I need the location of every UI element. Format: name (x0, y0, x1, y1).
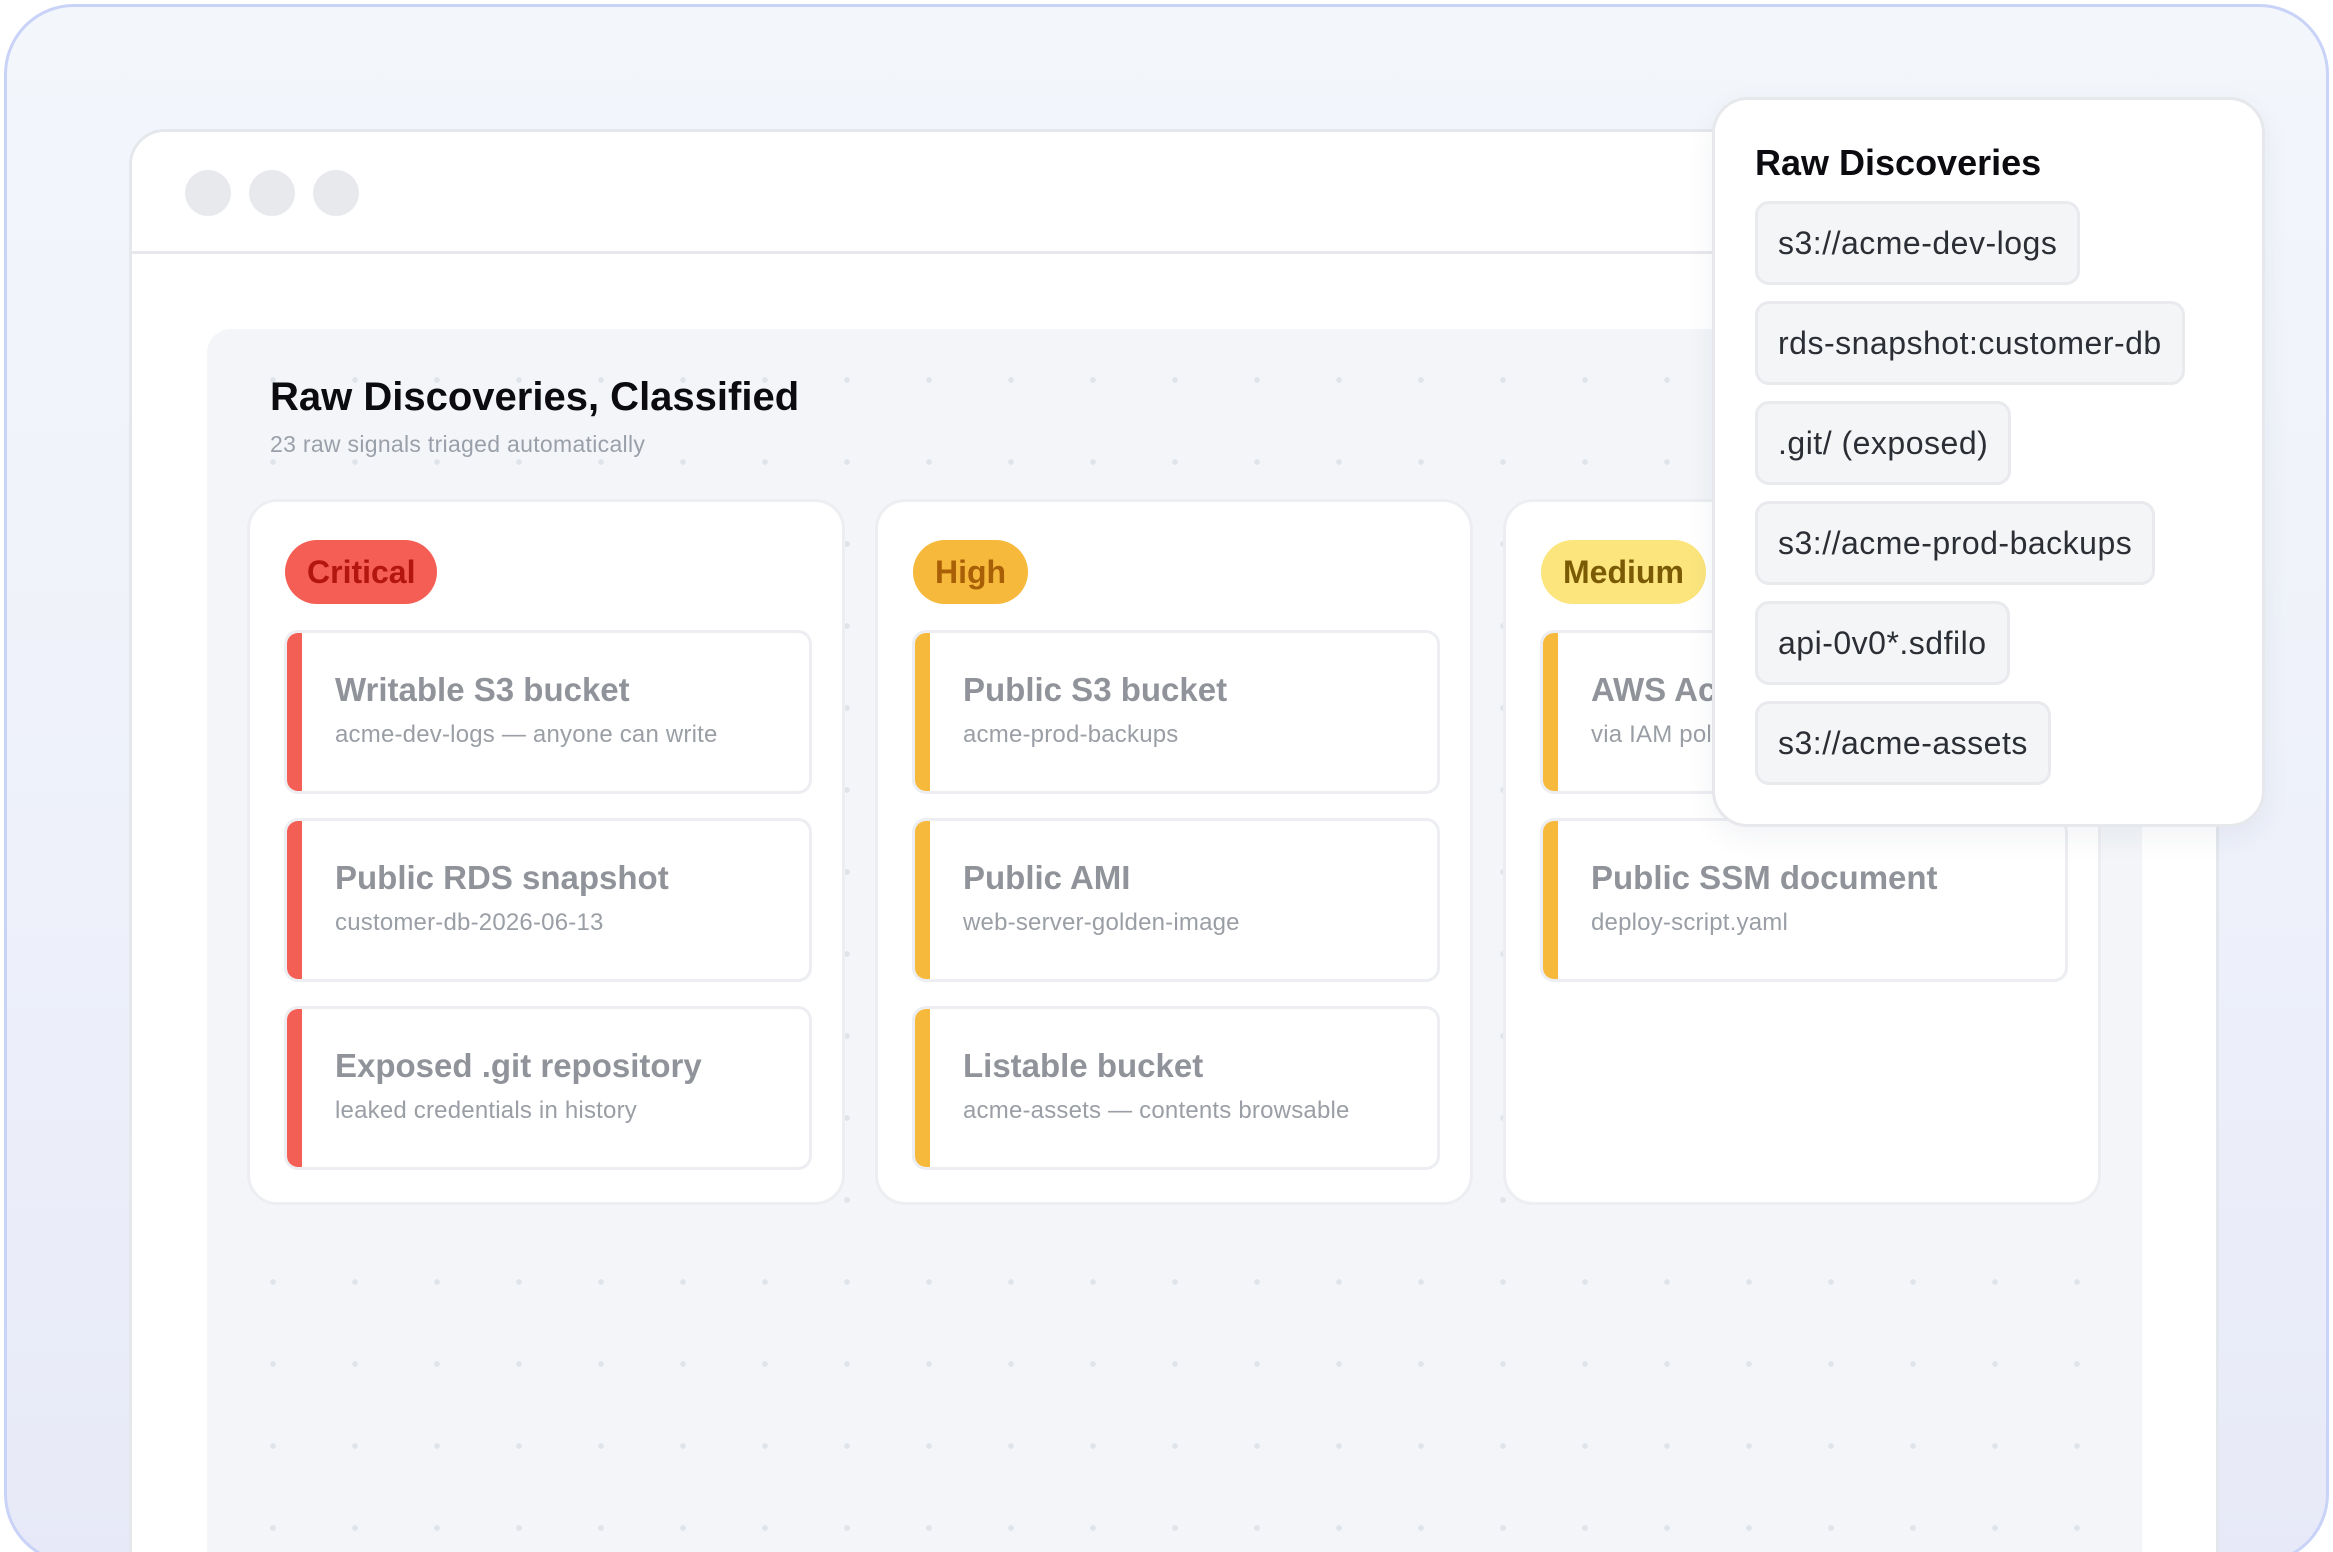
finding-title: Public SSM document (1591, 859, 1938, 896)
finding-title: Public AMI (963, 859, 1131, 896)
finding-title: Public S3 bucket (963, 671, 1228, 708)
severity-bar (915, 821, 930, 979)
raw-discoveries-title: Raw Discoveries (1755, 142, 2042, 183)
column-critical: Critical Writable S3 bucket acme-dev-log… (247, 499, 845, 1205)
discovery-chip[interactable]: s3://acme-prod-backups (1755, 501, 2156, 585)
board-subtitle: 23 raw signals triaged automatically (270, 431, 646, 457)
finding-card[interactable]: Public SSM document deploy-script.yaml (1540, 818, 2068, 982)
board-title: Raw Discoveries, Classified (270, 375, 800, 419)
outer-frame: Raw Discoveries, Classified 23 raw signa… (4, 4, 2329, 1552)
severity-badge-medium: Medium (1541, 540, 1706, 604)
discovery-chip[interactable]: api-0v0*.sdfilo (1755, 601, 2010, 685)
window-maximize-dot[interactable] (313, 170, 359, 216)
finding-card[interactable]: Public S3 bucket acme-prod-backups (912, 630, 1440, 794)
finding-detail: acme-prod-backups (963, 721, 1179, 748)
finding-card[interactable]: Writable S3 bucket acme-dev-logs — anyon… (284, 630, 812, 794)
severity-badge-high: High (913, 540, 1029, 604)
finding-card[interactable]: Listable bucket acme-assets — contents b… (912, 1006, 1440, 1170)
severity-bar (915, 633, 930, 791)
discovery-chip[interactable]: .git/ (exposed) (1755, 401, 2012, 485)
finding-title: Public RDS snapshot (335, 859, 669, 896)
severity-bar (287, 821, 302, 979)
finding-title: Exposed .git repository (335, 1047, 702, 1084)
window-minimize-dot[interactable] (249, 170, 295, 216)
finding-detail: leaked credentials in history (335, 1097, 637, 1124)
discovery-chip[interactable]: rds-snapshot:customer-db (1755, 301, 2185, 385)
finding-card[interactable]: Exposed .git repository leaked credentia… (284, 1006, 812, 1170)
severity-badge-critical: Critical (285, 540, 438, 604)
finding-detail: via IAM pol (1591, 721, 1712, 748)
severity-bar (915, 1009, 930, 1167)
window-close-dot[interactable] (185, 170, 231, 216)
discovery-chip[interactable]: s3://acme-assets (1755, 701, 2051, 785)
severity-bar (287, 633, 302, 791)
finding-title: Writable S3 bucket (335, 671, 630, 708)
raw-discoveries-panel: Raw Discoveries s3://acme-dev-logs rds-s… (1712, 97, 2265, 827)
severity-bar (1543, 633, 1558, 791)
severity-bar (287, 1009, 302, 1167)
discovery-chip[interactable]: s3://acme-dev-logs (1755, 201, 2081, 285)
finding-title: AWS Ac (1591, 671, 1717, 708)
finding-detail: customer-db-2026-06-13 (335, 909, 604, 936)
finding-card[interactable]: Public AMI web-server-golden-image (912, 818, 1440, 982)
finding-detail: deploy-script.yaml (1591, 909, 1788, 936)
finding-card[interactable]: Public RDS snapshot customer-db-2026-06-… (284, 818, 812, 982)
column-high: High Public S3 bucket acme-prod-backups … (875, 499, 1473, 1205)
finding-detail: acme-assets — contents browsable (963, 1097, 1350, 1124)
finding-title: Listable bucket (963, 1047, 1204, 1084)
finding-detail: web-server-golden-image (963, 909, 1240, 936)
severity-bar (1543, 821, 1558, 979)
finding-detail: acme-dev-logs — anyone can write (335, 721, 718, 748)
